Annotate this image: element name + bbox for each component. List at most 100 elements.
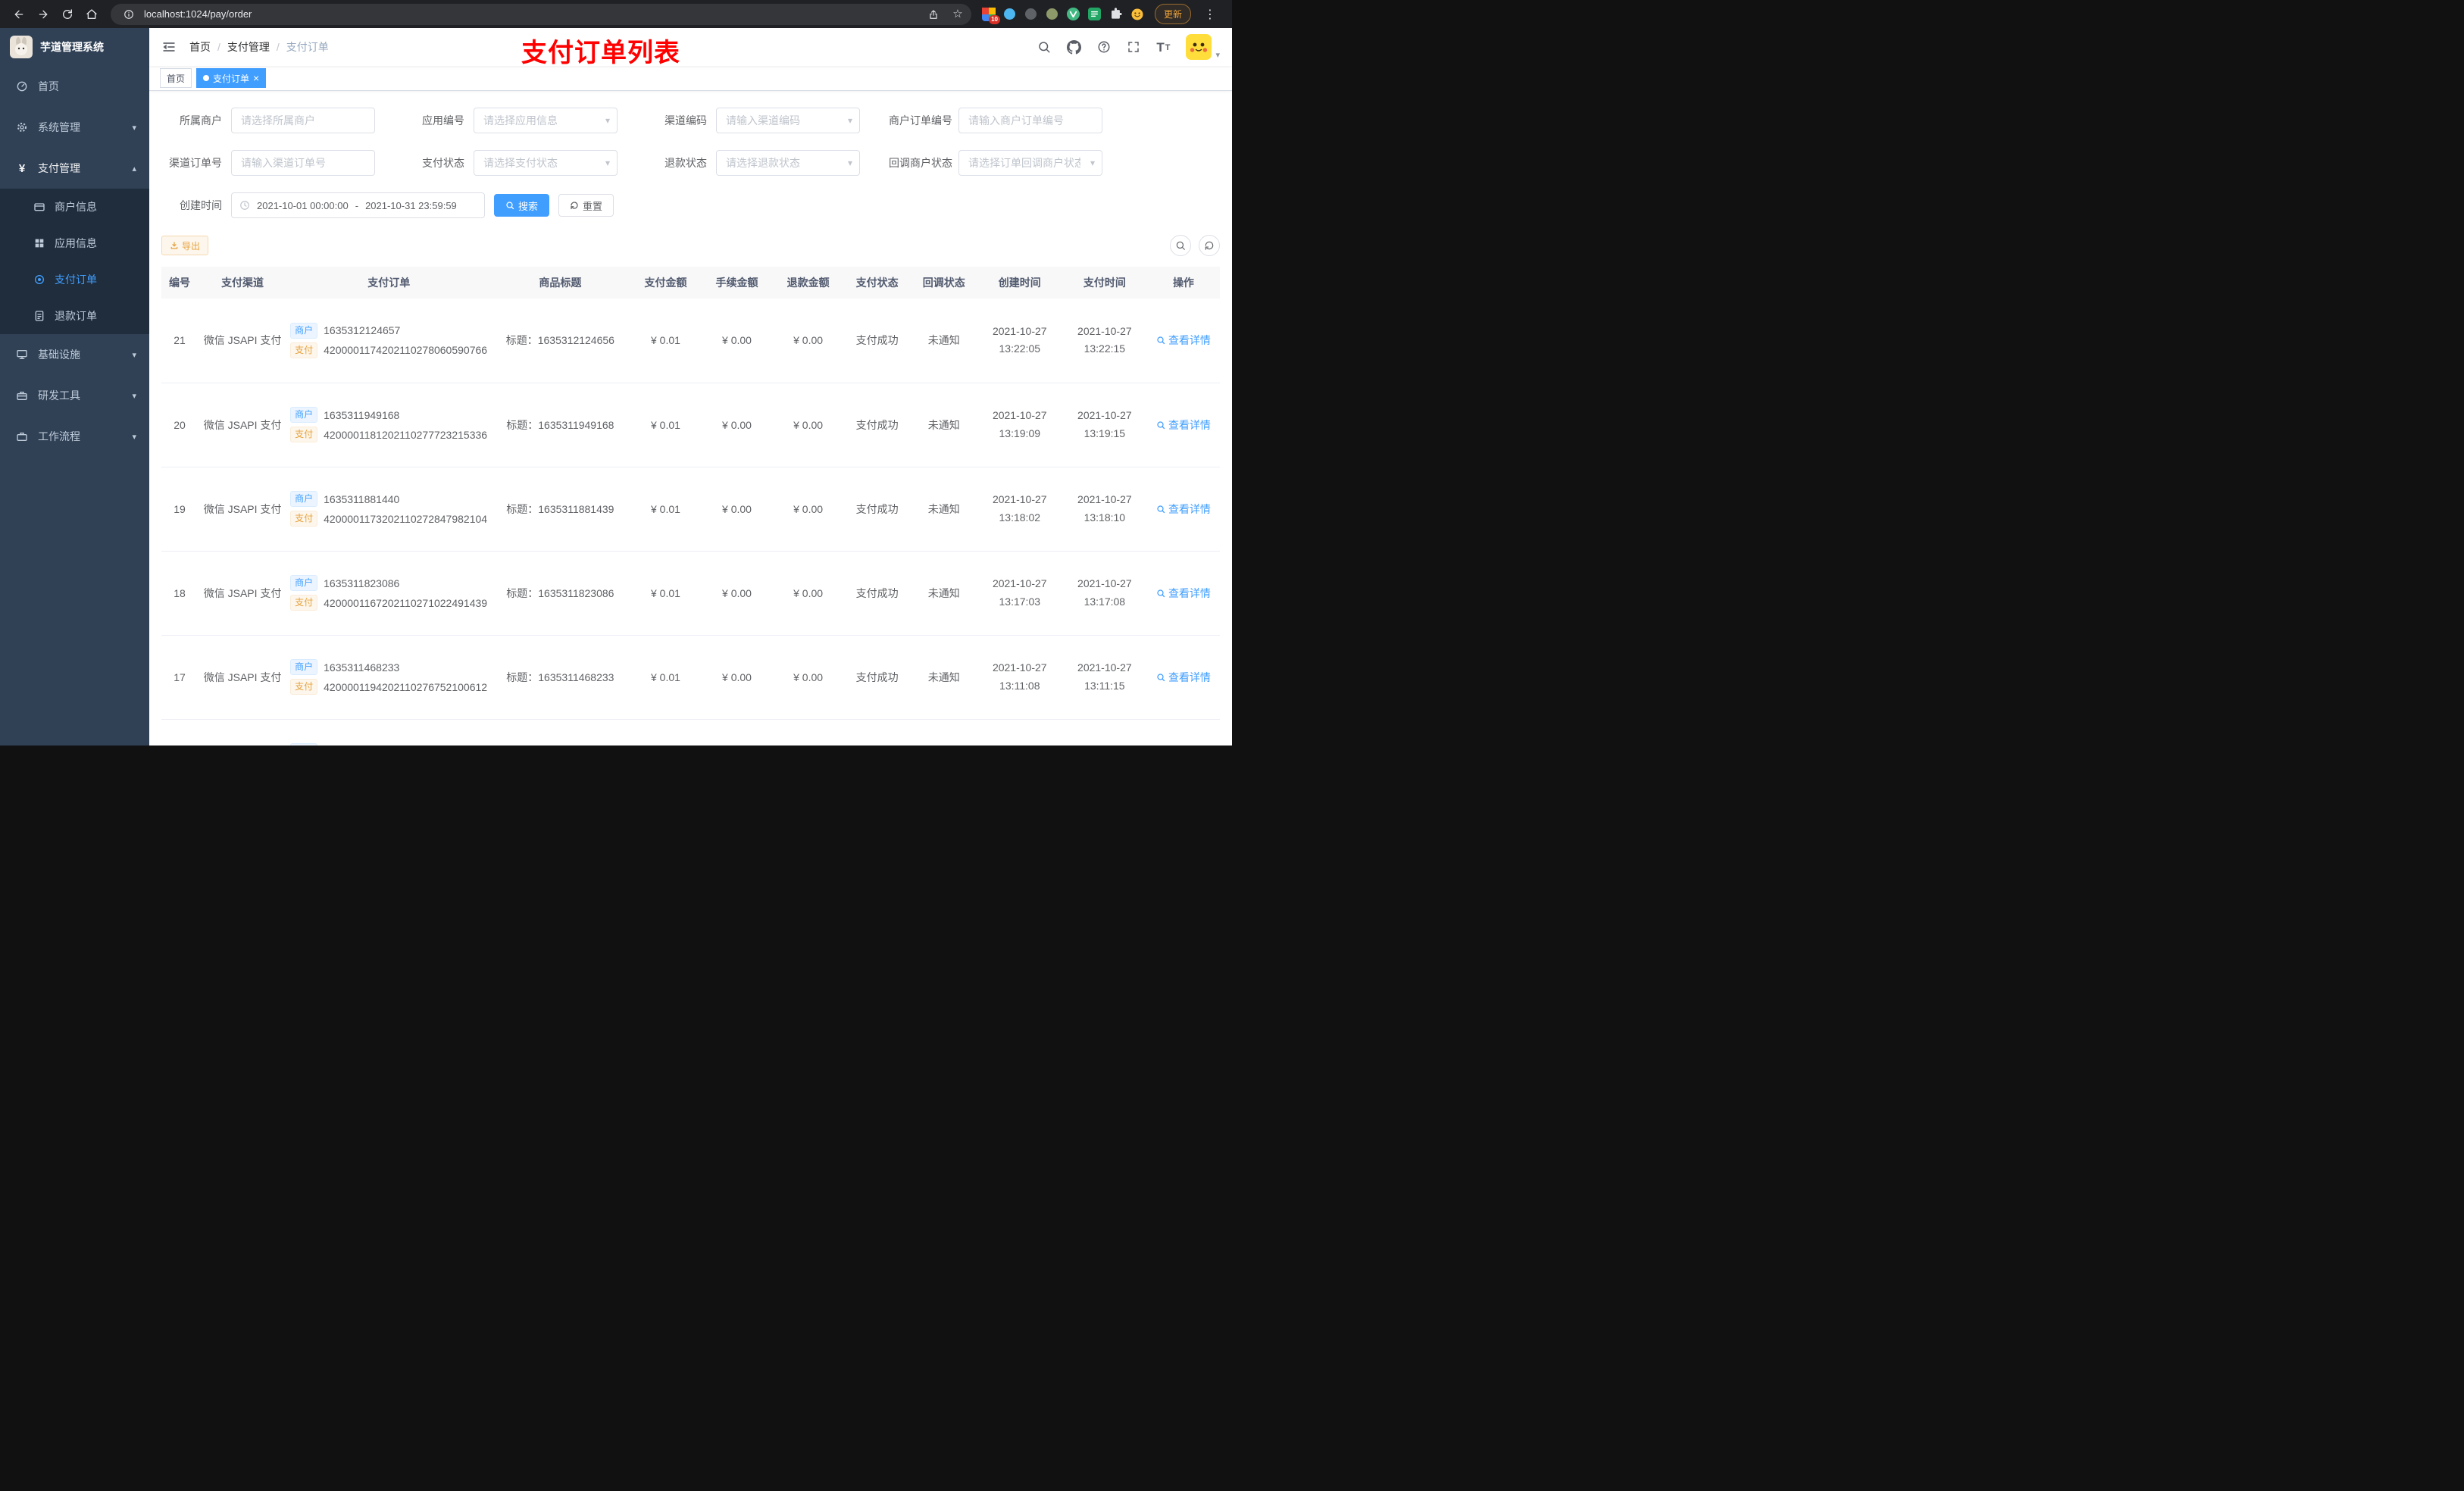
sidebar-item-workflow[interactable]: 工作流程 ▾ (0, 416, 149, 457)
user-avatar[interactable]: ▾ (1186, 34, 1220, 60)
yen-icon: ¥ (18, 161, 26, 175)
view-detail-link[interactable]: 查看详情 (1156, 417, 1211, 433)
search-icon (1176, 241, 1185, 250)
page-content: 所属商户 应用编号 ▾ 渠道编码 ▾ 商户订单编号 (149, 91, 1232, 746)
payment-submenu: 商户信息 应用信息 支付订单 退款订单 (0, 189, 149, 334)
export-button[interactable]: 导出 (161, 236, 209, 255)
view-detail-link[interactable]: 查看详情 (1156, 586, 1211, 601)
create-time-range-picker[interactable]: 2021-10-01 00:00:00 - 2021-10-31 23:59:5… (231, 192, 485, 218)
sidebar-item-dev-tools[interactable]: 研发工具 ▾ (0, 375, 149, 416)
breadcrumb: 首页 / 支付管理 / 支付订单 (189, 39, 329, 55)
sidebar-item-system[interactable]: 系统管理 ▾ (0, 107, 149, 148)
view-detail-link[interactable]: 查看详情 (1156, 333, 1211, 348)
field-merchant-order-no: 商户订单编号 (889, 108, 1102, 133)
breadcrumb-home[interactable]: 首页 (189, 39, 211, 55)
sidebar: 芋道管理系统 首页 系统管理 ▾ ¥ 支付管理 ▴ 商户信息 应用信息 支付订单… (0, 28, 149, 746)
extensions-puzzle-icon[interactable] (1109, 8, 1123, 21)
close-icon[interactable]: × (253, 73, 259, 83)
col-header-pay-time: 支付时间 (1062, 267, 1147, 299)
view-detail-link[interactable]: 查看详情 (1156, 670, 1211, 685)
sidebar-item-pay-order[interactable]: 支付订单 (0, 261, 149, 298)
field-label: 支付状态 (422, 157, 464, 169)
green-notes-extension-icon[interactable] (1088, 8, 1102, 21)
table-toolbar-right (1170, 235, 1220, 256)
refresh-icon (1205, 241, 1214, 250)
page-annotation-title: 支付订单列表 (521, 39, 680, 67)
browser-menu-icon[interactable]: ⋮ (1199, 3, 1221, 26)
sidebar-toggle-icon[interactable] (161, 39, 177, 55)
app-no-select[interactable] (474, 108, 618, 133)
sidebar-item-label: 商户信息 (55, 201, 97, 213)
chevron-down-icon: ▾ (132, 391, 136, 401)
font-size-icon[interactable]: TT (1156, 41, 1170, 54)
breadcrumb-pay-management[interactable]: 支付管理 (227, 39, 270, 55)
refresh-table-button[interactable] (1199, 235, 1220, 256)
github-icon[interactable] (1067, 39, 1082, 55)
pay-order-table: 编号 支付渠道 支付订单 商品标题 支付金额 手续金额 退款金额 支付状态 回调… (161, 267, 1220, 746)
active-tab-dot (203, 75, 210, 81)
pay-status-select[interactable] (474, 150, 618, 176)
search-button[interactable]: 搜索 (494, 194, 550, 217)
tab-pay-order[interactable]: 支付订单 × (196, 68, 267, 88)
col-header-fee: 手续金额 (701, 267, 773, 299)
merchant-badge: 商户 (290, 575, 318, 591)
address-bar[interactable]: localhost:1024/pay/order ☆ (111, 3, 971, 25)
view-detail-link[interactable]: 查看详情 (1156, 502, 1211, 517)
clock-icon (239, 200, 250, 211)
toggle-search-button[interactable] (1170, 235, 1191, 256)
search-icon[interactable] (1037, 40, 1051, 54)
extension-badge: 10 (989, 14, 1000, 24)
fullscreen-icon[interactable] (1127, 40, 1140, 54)
sidebar-item-payment[interactable]: ¥ 支付管理 ▴ (0, 148, 149, 189)
sidebar-item-infra[interactable]: 基础设施 ▾ (0, 334, 149, 375)
breadcrumb-separator: / (217, 41, 220, 53)
channel-code-select[interactable] (716, 108, 860, 133)
sidebar-logo[interactable]: 芋道管理系统 (0, 28, 149, 66)
sidebar-item-label: 应用信息 (55, 237, 97, 249)
field-create-time: 创建时间 2021-10-01 00:00:00 - 2021-10-31 23… (161, 192, 485, 218)
vue-devtools-icon[interactable] (1067, 8, 1080, 21)
browser-back-button[interactable] (8, 3, 30, 26)
browser-update-button[interactable]: 更新 (1154, 4, 1191, 24)
pay-badge: 支付 (290, 679, 318, 695)
field-merchant: 所属商户 (161, 108, 375, 133)
table-row: 20 微信 JSAPI 支付 商户 1635311949168 支付 4200001… (161, 383, 1220, 467)
site-info-icon[interactable] (120, 5, 138, 23)
merchant-badge: 商户 (290, 659, 318, 675)
screen: localhost:1024/pay/order ☆ 10 更新 ⋮ 芋道管理系… (0, 0, 1232, 746)
sidebar-item-refund-order[interactable]: 退款订单 (0, 298, 149, 334)
sidebar-item-home[interactable]: 首页 (0, 66, 149, 107)
grey-circle-extension-icon[interactable] (1024, 8, 1038, 21)
browser-forward-button[interactable] (32, 3, 55, 26)
browser-reload-button[interactable] (56, 3, 79, 26)
colorful-extension-icon[interactable]: 10 (981, 7, 1000, 24)
toolbox-icon (16, 389, 28, 402)
blue-drop-extension-icon[interactable] (1003, 8, 1017, 21)
merchant-order-no-input[interactable] (958, 108, 1102, 133)
profile-avatar-icon[interactable] (1130, 8, 1144, 21)
table-toolbar: 导出 (161, 235, 1220, 256)
bookmark-star-icon[interactable]: ☆ (949, 5, 967, 23)
share-icon[interactable] (924, 5, 943, 23)
olive-circle-extension-icon[interactable] (1046, 8, 1059, 21)
merchant-input[interactable] (231, 108, 375, 133)
chevron-down-icon: ▾ (132, 350, 136, 360)
channel-order-no-input[interactable] (231, 150, 375, 176)
reset-button[interactable]: 重置 (558, 194, 614, 217)
pay-badge: 支付 (290, 342, 318, 358)
sidebar-item-merchant-info[interactable]: 商户信息 (0, 189, 149, 225)
refund-status-select[interactable] (716, 150, 860, 176)
tab-home[interactable]: 首页 (160, 68, 192, 88)
browser-home-button[interactable] (80, 3, 103, 26)
table-row: 21 微信 JSAPI 支付 商户 1635312124657 支付 4200001… (161, 299, 1220, 383)
table-row-partial: 商户1635311151796 支付 (161, 719, 1220, 746)
avatar-dropdown-caret-icon[interactable]: ▾ (1215, 50, 1220, 60)
pay-badge: 支付 (290, 427, 318, 442)
merchant-badge: 商户 (290, 322, 318, 339)
notify-status-select[interactable] (958, 150, 1102, 176)
sidebar-item-app-info[interactable]: 应用信息 (0, 225, 149, 261)
help-icon[interactable] (1097, 40, 1111, 54)
field-app-no: 应用编号 ▾ (404, 108, 618, 133)
merchant-badge: 商户 (290, 491, 318, 507)
col-header-channel: 支付渠道 (198, 267, 288, 299)
